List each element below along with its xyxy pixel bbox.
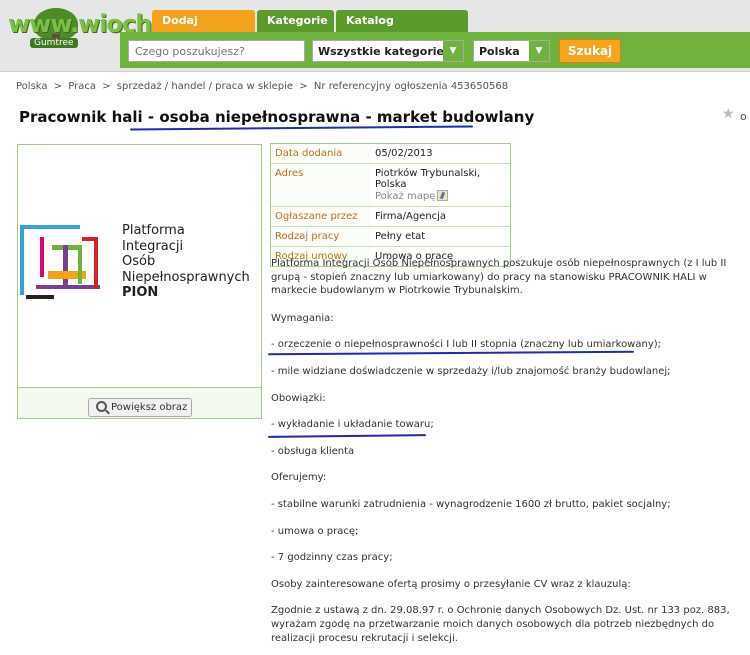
desc-paragraph: Wymagania: <box>271 312 334 324</box>
logo-line: Niepełnosprawnych <box>122 269 250 285</box>
chevron-down-icon: ▼ <box>529 41 549 61</box>
ad-details-table: Data dodania 05/02/2013 Adres Piotrków T… <box>270 143 511 267</box>
tab-categories[interactable]: Kategorie <box>257 10 334 32</box>
category-select-value: Wszystkie kategorie <box>318 45 444 58</box>
search-input[interactable] <box>128 40 305 62</box>
location-select[interactable]: Polska ▼ <box>473 40 550 62</box>
tab-seller-catalog[interactable]: Katalog sprzedawców <box>336 10 468 49</box>
detail-label: Adres <box>271 163 371 207</box>
breadcrumb-reference: Nr referencyjny ogłoszenia 453650568 <box>313 81 509 92</box>
chevron-down-icon: ▼ <box>443 41 463 61</box>
detail-value: 05/02/2013 <box>375 148 433 159</box>
breadcrumb-item[interactable]: Praca <box>68 81 96 92</box>
show-map-link[interactable]: Pokaż mapę <box>375 190 506 202</box>
desc-paragraph-highlighted: - wykładanie i układanie towaru; <box>271 419 434 431</box>
logo-bar-red <box>94 237 98 289</box>
breadcrumb-separator: > <box>53 81 63 92</box>
desc-paragraph: Platforma Integracji Osób Niepełnosprawn… <box>271 258 727 297</box>
magnifier-icon <box>96 401 107 412</box>
pion-logo-text: Platforma Integracji Osób Niepełnosprawn… <box>122 223 250 301</box>
title-underline <box>129 125 474 131</box>
detail-value-address: Piotrków Trybunalski, Polska Pokaż mapę <box>371 163 510 207</box>
desc-paragraph: Oferujemy: <box>271 472 327 484</box>
ad-description: Platforma Integracji Osób Niepełnosprawn… <box>271 257 741 645</box>
category-select[interactable]: Wszystkie kategorie ▼ <box>312 40 464 62</box>
table-row: Ogłaszane przez Firma/Agencja <box>271 206 510 227</box>
logo-line: Integracji <box>122 238 184 254</box>
desc-paragraph-highlighted: - orzeczenie o niepełnosprawności I lub … <box>271 339 662 351</box>
breadcrumb: Polska > Praca > sprzedaż / handel / pra… <box>16 81 508 92</box>
desc-paragraph: - stabilne warunki zatrudnienia - wynagr… <box>271 498 671 510</box>
page-title: Pracownik hali - osoba niepełnosprawna -… <box>19 108 535 126</box>
detail-label: Data dodania <box>271 144 371 164</box>
logo-line: Platforma <box>122 223 185 238</box>
detail-label: Rodzaj pracy <box>271 226 371 247</box>
detail-value: Pełny etat <box>371 226 510 247</box>
breadcrumb-separator: > <box>102 81 111 92</box>
breadcrumb-item[interactable]: Polska <box>16 81 48 92</box>
logo-bar-blue-v <box>20 225 24 295</box>
detail-value: Firma/Agencja <box>371 206 510 227</box>
breadcrumb-separator: > <box>299 81 308 92</box>
desc-paragraph: Zgodnie z ustawą z dn. 29.08.97 r. o Och… <box>271 605 730 644</box>
star-label: o <box>740 110 747 123</box>
breadcrumb-item[interactable]: sprzedaż / handel / praca w sklepie <box>117 81 293 92</box>
address-text: Piotrków Trybunalski, Polska <box>375 168 481 190</box>
desc-paragraph: - mile widziane doświadczenie w sprzedaż… <box>271 365 671 377</box>
table-row: Adres Piotrków Trybunalski, Polska Pokaż… <box>271 163 510 207</box>
logo-bar-blue <box>20 225 80 229</box>
search-button[interactable]: Szukaj <box>559 39 621 63</box>
desc-paragraph: Obowiązki: <box>271 392 326 404</box>
table-row: Rodzaj pracy Pełny etat <box>271 226 510 247</box>
desc-paragraph: - 7 godzinny czas pracy; <box>271 552 393 564</box>
logo-bar-purple-h <box>36 285 100 289</box>
location-select-value: Polska <box>479 45 520 58</box>
logo-line: Osób <box>122 254 156 269</box>
map-icon <box>437 190 449 201</box>
star-icon[interactable]: ★ <box>722 106 735 122</box>
logo-bar-dark <box>26 295 54 299</box>
tab-add-ad[interactable]: Dodaj ogłoszenie <box>152 10 255 49</box>
desc-paragraph: - obsługa klienta <box>271 445 355 457</box>
detail-label: Ogłaszane przez <box>271 206 371 227</box>
show-map-label: Pokaż mapę <box>375 191 436 202</box>
desc-paragraph: - umowa o pracę; <box>271 525 359 537</box>
table-row: Data dodania 05/02/2013 <box>271 144 510 164</box>
logo-bar-pink <box>40 237 44 277</box>
logo-line: PION <box>122 285 159 300</box>
brand-label: Gumtree <box>30 38 78 48</box>
desc-paragraph: Osoby zainteresowane ofertą prosimy o pr… <box>271 578 631 590</box>
logo-bar-green-v <box>78 250 82 284</box>
ad-image-frame[interactable]: Platforma Integracji Osób Niepełnosprawn… <box>17 144 262 388</box>
logo-bar-red-h <box>82 237 98 241</box>
